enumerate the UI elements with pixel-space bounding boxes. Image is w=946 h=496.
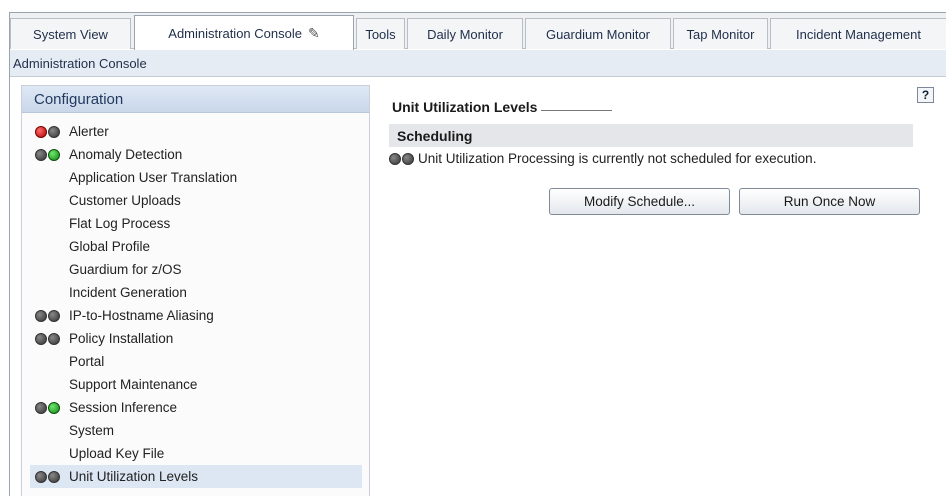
config-item-session-inference[interactable]: Session Inference <box>30 396 362 419</box>
tab-label: Tap Monitor <box>686 26 755 42</box>
item-label: Application User Translation <box>69 170 238 185</box>
item-label: Alerter <box>69 124 109 139</box>
config-item-incident-generation[interactable]: Incident Generation <box>30 281 362 304</box>
status-lights <box>30 401 69 414</box>
page-title-text: Unit Utilization Levels <box>392 99 538 115</box>
gray-status-icon <box>35 470 47 483</box>
run-once-now-button[interactable]: Run Once Now <box>739 188 920 215</box>
status-lights <box>388 152 418 165</box>
gray-status-icon <box>48 332 60 345</box>
tab-label: Daily Monitor <box>427 26 503 42</box>
configuration-header: Configuration <box>22 86 369 113</box>
item-label: Incident Generation <box>69 285 187 300</box>
config-item-system[interactable]: System <box>30 419 362 442</box>
gray-status-icon <box>389 152 401 165</box>
scheduling-header-text: Scheduling <box>397 127 473 144</box>
modify-schedule-button[interactable]: Modify Schedule... <box>549 188 730 215</box>
tab-label: Incident Management <box>795 26 922 42</box>
item-label: IP-to-Hostname Aliasing <box>69 308 214 323</box>
item-label: System <box>69 423 115 438</box>
pencil-icon[interactable]: ✎ <box>308 25 320 42</box>
tab-guardium-monitor[interactable]: Guardium Monitor <box>525 18 671 49</box>
tab-label: Administration Console <box>168 25 302 41</box>
config-item-guardium-for-zos[interactable]: Guardium for z/OS <box>30 258 362 281</box>
config-item-upload-key-file[interactable]: Upload Key File <box>30 442 362 465</box>
item-label: Policy Installation <box>69 331 174 346</box>
gray-status-icon <box>35 401 47 414</box>
gray-status-icon <box>48 309 60 322</box>
status-lights <box>30 309 69 322</box>
item-label: Support Maintenance <box>69 377 198 392</box>
item-label: Flat Log Process <box>69 216 171 231</box>
gray-status-icon <box>35 309 47 322</box>
config-item-policy-installation[interactable]: Policy Installation <box>30 327 362 350</box>
title-rule <box>541 109 612 111</box>
panel-title: Configuration <box>34 90 124 108</box>
item-label: Unit Utilization Levels <box>69 469 199 484</box>
gray-status-icon <box>35 148 47 161</box>
status-lights <box>30 470 69 483</box>
status-lights <box>30 125 69 138</box>
tab-incident-management[interactable]: Incident Management <box>770 18 946 49</box>
app-frame: System View Administration Console ✎ Tool… <box>9 12 946 496</box>
green-status-icon <box>48 401 60 414</box>
help-icon[interactable]: ? <box>917 87 934 103</box>
status-lights <box>30 148 69 161</box>
config-item-unit-utilization-levels[interactable]: Unit Utilization Levels <box>30 465 362 488</box>
page-title: Unit Utilization Levels <box>392 99 612 115</box>
config-item-customer-uploads[interactable]: Customer Uploads <box>30 189 362 212</box>
configuration-panel: Configuration Alerter Anomaly Detection … <box>21 85 370 496</box>
config-item-flat-log-process[interactable]: Flat Log Process <box>30 212 362 235</box>
tab-daily-monitor[interactable]: Daily Monitor <box>407 18 523 49</box>
scheduling-header: Scheduling <box>389 124 913 147</box>
red-status-icon <box>35 125 47 138</box>
gray-status-icon <box>402 152 414 165</box>
config-item-application-user-translation[interactable]: Application User Translation <box>30 166 362 189</box>
schedule-status: Unit Utilization Processing is currently… <box>388 151 816 166</box>
item-label: Global Profile <box>69 239 151 254</box>
main-content: ? Unit Utilization Levels Scheduling Uni… <box>385 85 937 385</box>
breadcrumb: Administration Console <box>10 50 946 77</box>
item-label: Customer Uploads <box>69 193 181 208</box>
tab-label: Tools <box>365 26 396 42</box>
item-label: Guardium for z/OS <box>69 262 182 277</box>
item-label: Anomaly Detection <box>69 147 183 162</box>
config-item-alerter[interactable]: Alerter <box>30 120 362 143</box>
green-status-icon <box>48 148 60 161</box>
tab-tools[interactable]: Tools <box>356 18 405 49</box>
tab-label: Guardium Monitor <box>545 26 651 42</box>
subheader-title: Administration Console <box>13 55 147 71</box>
tab-administration-console[interactable]: Administration Console ✎ <box>134 15 354 50</box>
tab-label: System View <box>33 26 108 42</box>
config-item-portal[interactable]: Portal <box>30 350 362 373</box>
tab-tap-monitor[interactable]: Tap Monitor <box>673 18 768 49</box>
gray-status-icon <box>48 470 60 483</box>
schedule-status-text: Unit Utilization Processing is currently… <box>418 151 817 166</box>
gray-status-icon <box>48 125 60 138</box>
config-item-anomaly-detection[interactable]: Anomaly Detection <box>30 143 362 166</box>
status-lights <box>30 332 69 345</box>
tab-bar: System View Administration Console ✎ Tool… <box>10 13 946 50</box>
gray-status-icon <box>35 332 47 345</box>
tab-system-view[interactable]: System View <box>10 18 131 49</box>
config-item-ip-to-hostname-aliasing[interactable]: IP-to-Hostname Aliasing <box>30 304 362 327</box>
config-item-support-maintenance[interactable]: Support Maintenance <box>30 373 362 396</box>
item-label: Upload Key File <box>69 446 165 461</box>
item-label: Session Inference <box>69 400 178 415</box>
item-label: Portal <box>69 354 105 369</box>
config-item-global-profile[interactable]: Global Profile <box>30 235 362 258</box>
